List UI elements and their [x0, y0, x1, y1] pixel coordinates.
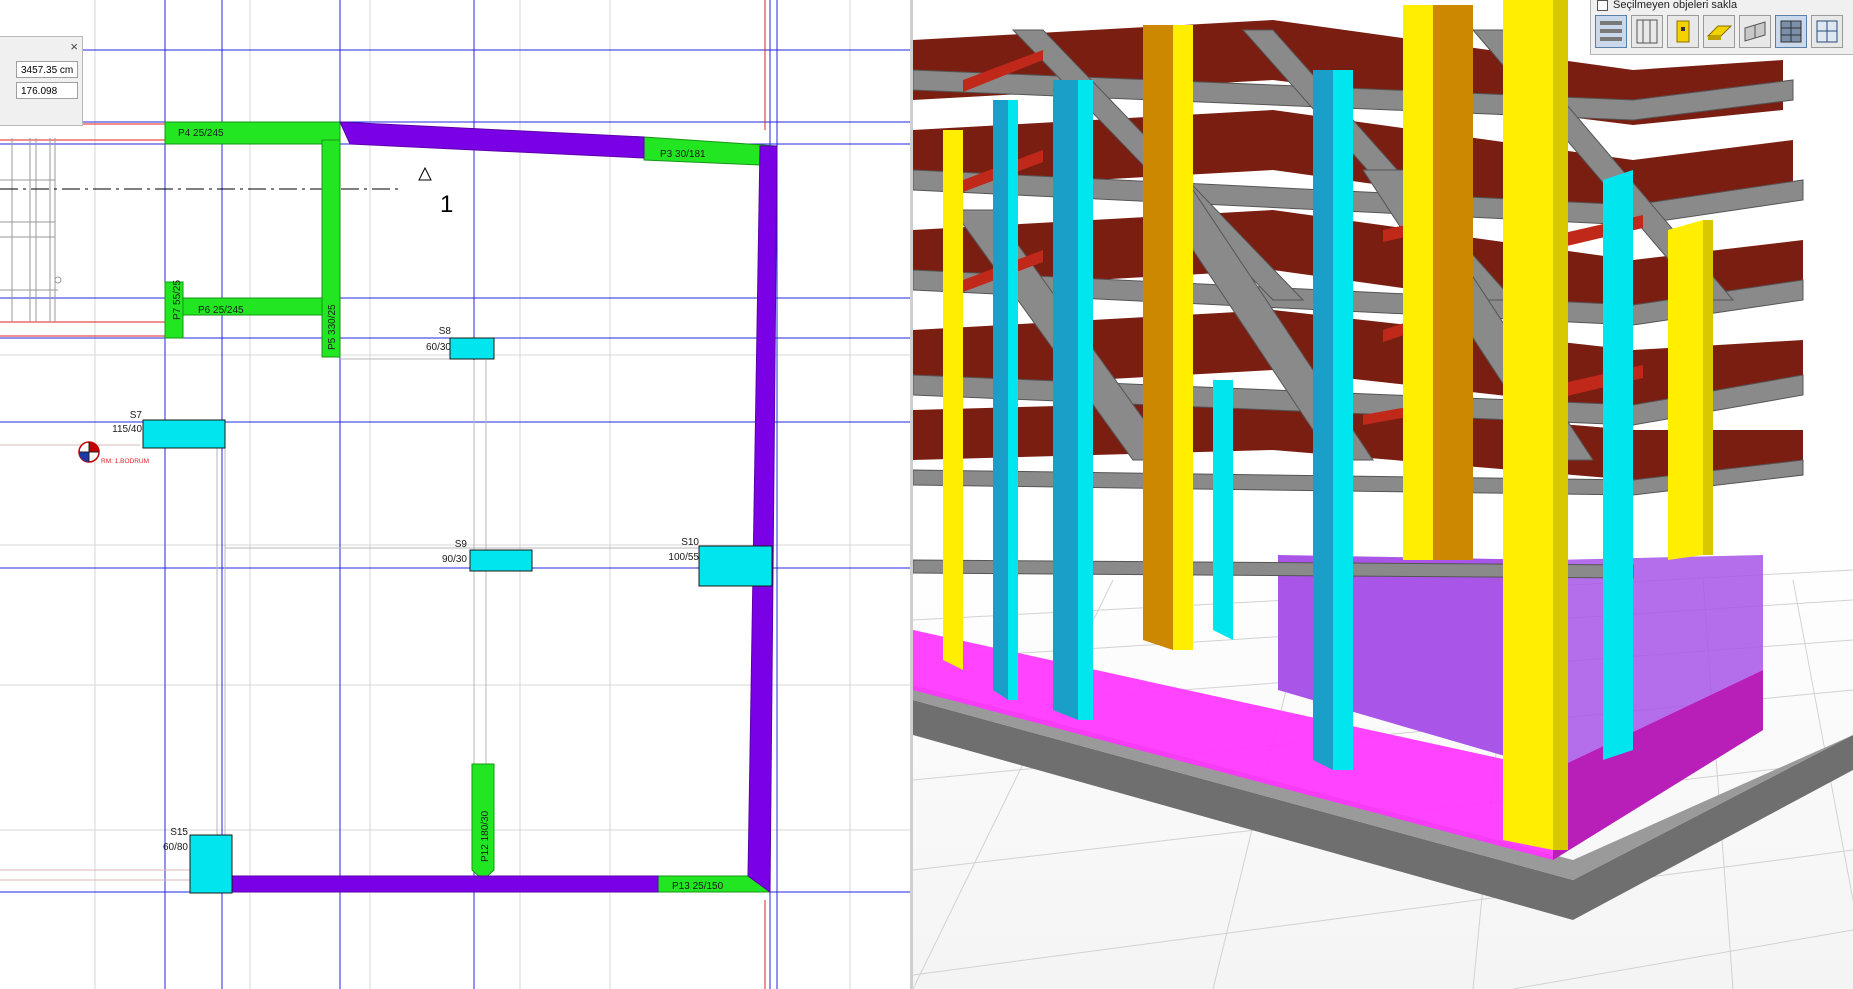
column-name-s10: S10 — [681, 537, 699, 548]
plan-beam-lines — [216, 358, 700, 835]
hide-unselected-checkbox[interactable] — [1597, 0, 1608, 11]
building-view-button[interactable] — [1775, 15, 1807, 48]
column-s8 — [449, 337, 495, 360]
column-size-s9: 90/30 — [442, 554, 467, 565]
column-s15 — [189, 834, 233, 894]
close-icon[interactable]: × — [70, 40, 78, 53]
story-view-icon — [1600, 21, 1622, 41]
wall-label-p3: P3 30/181 — [660, 149, 706, 160]
wall-label-p13: P13 25/150 — [672, 881, 724, 892]
wall-label-p12: P12 180/30 — [480, 810, 491, 862]
angle-field[interactable]: 176.098 — [16, 82, 78, 99]
column-size-s15: 60/80 — [163, 842, 188, 853]
plan-column-labels: S8 60/30 S7 115/40 S9 90/30 S10 100/55 S… — [112, 326, 699, 853]
wall-label-p4: P4 25/245 — [178, 128, 224, 139]
column-size-s10: 100/55 — [668, 552, 699, 563]
building-view-icon — [1780, 20, 1802, 43]
grid-view-icon — [1816, 20, 1838, 43]
slab-view-button[interactable] — [1703, 15, 1735, 48]
view-toolbar: Seçilmeyen objeleri sakla — [1590, 0, 1853, 55]
column-view-button[interactable] — [1667, 15, 1699, 48]
plan-view[interactable]: 1 P4 25/245 P3 30/181 P6 25/245 P7 55/25… — [0, 0, 910, 989]
hide-unselected-label: Seçilmeyen objeleri sakla — [1613, 0, 1738, 11]
grid-view-button[interactable] — [1811, 15, 1843, 48]
column-size-s7: 115/40 — [112, 424, 142, 435]
column-s7 — [142, 419, 226, 449]
section-marker[interactable] — [0, 166, 432, 190]
plan-green-walls — [164, 121, 779, 893]
wall-label-p5: P5 330/25 — [327, 304, 338, 350]
plan-purple-walls — [229, 121, 778, 893]
view-3d[interactable]: Seçilmeyen objeleri sakla — [913, 0, 1853, 989]
elevation-marker-icon[interactable] — [78, 441, 100, 463]
wall-label-p7: P7 55/25 — [172, 280, 183, 320]
column-size-s8: 60/30 — [426, 342, 451, 353]
story-view-button[interactable] — [1595, 15, 1627, 48]
elevation-marker-label: RM: 1.BODRUM — [101, 458, 149, 465]
wall-view-icon — [1744, 21, 1766, 42]
column-name-s7: S7 — [130, 410, 143, 421]
wall-label-p6: P6 25/245 — [198, 305, 244, 316]
view-3d-canvas[interactable] — [913, 0, 1853, 989]
wall-view-button[interactable] — [1739, 15, 1771, 48]
coordinate-input-dialog: × 3457.35 cm 176.098 — [0, 36, 83, 126]
distance-field[interactable]: 3457.35 cm — [16, 61, 78, 78]
elevation-view-icon — [1636, 19, 1658, 44]
column-name-s15: S15 — [170, 827, 188, 838]
plan-columns — [142, 337, 773, 894]
column-s10 — [698, 545, 773, 587]
column-s9 — [469, 549, 533, 572]
column-view-icon — [1676, 20, 1690, 43]
section-marker-label: 1 — [440, 191, 453, 218]
column-name-s8: S8 — [439, 326, 452, 337]
slab-view-icon — [1706, 25, 1733, 40]
column-name-s9: S9 — [455, 539, 468, 550]
elevation-view-button[interactable] — [1631, 15, 1663, 48]
plan-canvas[interactable]: 1 P4 25/245 P3 30/181 P6 25/245 P7 55/25… — [0, 0, 910, 989]
plan-wall-labels: P4 25/245 P3 30/181 P6 25/245 P7 55/25 P… — [172, 128, 724, 892]
